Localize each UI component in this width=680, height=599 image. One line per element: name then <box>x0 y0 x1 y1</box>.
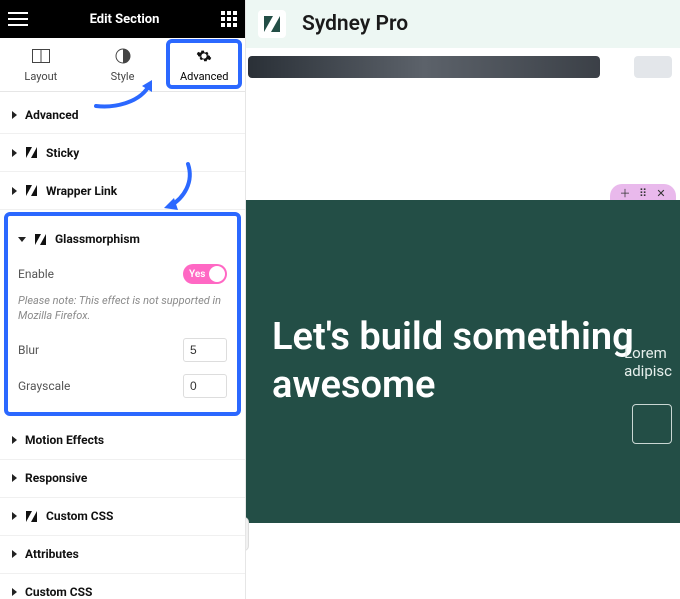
site-header: Sydney Pro <box>246 0 680 48</box>
brand-glyph-icon <box>25 146 38 159</box>
caret-icon <box>12 512 17 520</box>
section-tabs: Layout Style Advanced <box>0 38 245 92</box>
grayscale-row: Grayscale <box>14 368 231 404</box>
toggle-value: Yes <box>189 269 205 280</box>
panel-custom-css-2[interactable]: Custom CSS <box>0 574 245 599</box>
grayscale-input[interactable] <box>183 374 227 398</box>
blur-input[interactable] <box>183 338 227 362</box>
caret-icon <box>12 187 17 195</box>
tab-label: Layout <box>24 70 57 83</box>
sidebar-title: Edit Section <box>90 12 160 27</box>
gear-icon <box>196 46 212 66</box>
panel-label: Glassmorphism <box>55 232 140 246</box>
tab-advanced[interactable]: Advanced <box>163 38 245 91</box>
blur-label: Blur <box>18 343 39 357</box>
panel-glassmorphism-group: Glassmorphism Enable Yes Please note: Th… <box>4 212 241 416</box>
panel-custom-css[interactable]: Custom CSS <box>0 498 245 536</box>
enable-row: Enable Yes <box>14 258 231 290</box>
glassmorphism-note: Please note: This effect is not supporte… <box>14 290 231 332</box>
hero-text: Lorem adipisc <box>624 344 672 380</box>
panel-label: Sticky <box>46 146 79 160</box>
blur-row: Blur <box>14 332 231 368</box>
add-section-icon[interactable]: ＋ <box>618 186 632 200</box>
close-section-icon[interactable]: ✕ <box>654 186 668 200</box>
caret-icon <box>12 149 17 157</box>
columns-icon <box>32 46 50 66</box>
panel-wrapper-link[interactable]: Wrapper Link <box>0 172 245 210</box>
sidebar-collapse-handle[interactable] <box>246 518 248 550</box>
brand-glyph-icon <box>25 510 38 523</box>
tab-style[interactable]: Style <box>82 38 164 91</box>
caret-icon <box>12 588 17 596</box>
panel-glassmorphism[interactable]: Glassmorphism <box>14 220 231 258</box>
tab-label: Advanced <box>180 70 228 83</box>
drag-section-icon[interactable]: ⠿ <box>636 186 650 200</box>
editor-sidebar: Edit Section Layout Style Advanced <box>0 0 246 599</box>
hero-text-line: adipisc <box>624 362 672 380</box>
brand-glyph-icon <box>34 233 47 246</box>
panel-label: Wrapper Link <box>46 184 117 198</box>
grayscale-label: Grayscale <box>18 379 70 393</box>
panel-label: Advanced <box>25 108 78 122</box>
panel-label: Custom CSS <box>25 585 92 599</box>
brand-title: Sydney Pro <box>302 12 408 36</box>
brand-logo-icon <box>258 10 286 38</box>
panel-motion-effects[interactable]: Motion Effects <box>0 422 245 460</box>
contrast-icon <box>115 46 131 66</box>
panel-label: Attributes <box>25 547 79 561</box>
preview-chip <box>634 56 672 78</box>
tab-layout[interactable]: Layout <box>0 38 82 91</box>
preview-image-strip <box>248 56 600 78</box>
tab-label: Style <box>111 70 135 83</box>
panel-sticky[interactable]: Sticky <box>0 134 245 172</box>
hero-button[interactable] <box>632 404 672 444</box>
panel-attributes[interactable]: Attributes <box>0 536 245 574</box>
hero-headline: Let's build something awesome <box>272 314 652 409</box>
brand-glyph-icon <box>25 184 38 197</box>
preview-canvas: Sydney Pro ＋ ⠿ ✕ Let's build something a… <box>246 0 680 599</box>
menu-icon[interactable] <box>8 12 28 26</box>
panel-label: Motion Effects <box>25 433 104 447</box>
panel-responsive[interactable]: Responsive <box>0 460 245 498</box>
sidebar-topbar: Edit Section <box>0 0 245 38</box>
panels: Advanced Sticky Wrapper Link Glassmorphi… <box>0 92 245 599</box>
caret-down-icon <box>18 237 26 242</box>
panel-advanced[interactable]: Advanced <box>0 96 245 134</box>
panel-label: Responsive <box>25 471 87 485</box>
panel-label: Custom CSS <box>46 509 113 523</box>
hero-text-line: Lorem <box>624 344 672 362</box>
caret-icon <box>12 436 17 444</box>
caret-icon <box>12 111 17 119</box>
caret-icon <box>12 474 17 482</box>
caret-icon <box>12 550 17 558</box>
enable-toggle[interactable]: Yes <box>183 264 227 284</box>
toggle-knob <box>209 266 225 282</box>
enable-label: Enable <box>18 267 54 281</box>
hero-section[interactable]: Let's build something awesome Lorem adip… <box>246 200 680 523</box>
apps-icon[interactable] <box>221 11 237 27</box>
